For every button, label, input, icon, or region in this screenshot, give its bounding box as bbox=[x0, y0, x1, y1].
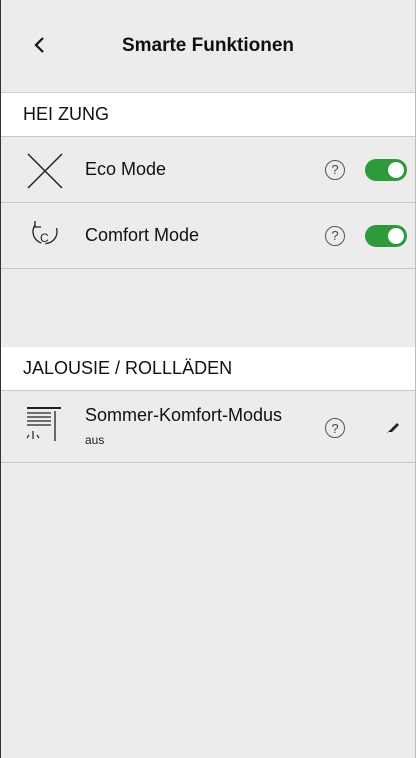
eco-icon bbox=[25, 151, 65, 191]
pencil-icon[interactable] bbox=[385, 419, 401, 435]
comfort-icon: C bbox=[25, 217, 65, 257]
section-heating: HEI ZUNG bbox=[1, 93, 415, 137]
row-eco-mode: Eco Mode ? bbox=[1, 137, 415, 203]
back-button[interactable] bbox=[25, 30, 55, 60]
help-icon[interactable]: ? bbox=[325, 159, 345, 180]
eco-mode-toggle[interactable] bbox=[365, 158, 407, 181]
row-comfort-mode: C Comfort Mode ? bbox=[1, 203, 415, 269]
toggle-knob bbox=[388, 227, 404, 244]
chevron-left-icon bbox=[34, 37, 44, 53]
svg-text:C: C bbox=[40, 231, 49, 245]
help-icon[interactable]: ? bbox=[325, 225, 345, 246]
sommer-label: Sommer-Komfort-Modus bbox=[85, 405, 283, 425]
row-sommer-komfort: Sommer-Komfort-Modus aus ? bbox=[1, 391, 415, 463]
comfort-mode-label: Comfort Mode bbox=[85, 225, 200, 245]
app-header: Smarte Funktionen bbox=[1, 0, 415, 93]
toggle-knob bbox=[388, 161, 404, 178]
help-icon[interactable]: ? bbox=[325, 418, 345, 438]
sommer-status: aus bbox=[85, 433, 105, 447]
comfort-mode-toggle[interactable] bbox=[365, 224, 407, 247]
blind-icon bbox=[25, 405, 65, 445]
app-frame: Smarte Funktionen HEI ZUNG Eco Mode ? C … bbox=[0, 0, 416, 758]
section-blinds: JALOUSIE / ROLLLÄDEN bbox=[1, 347, 415, 391]
page-title: Smarte Funktionen bbox=[121, 35, 295, 56]
eco-mode-label: Eco Mode bbox=[85, 159, 167, 179]
